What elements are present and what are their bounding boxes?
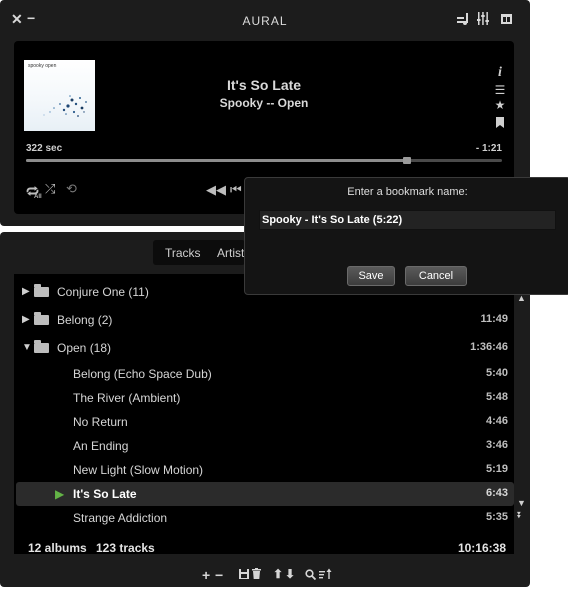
now-playing-icon: ▶ [55,487,65,501]
track-name: An Ending [73,439,129,453]
previous-track-icon[interactable]: ⏮ [230,182,242,198]
playlist-tree: ▶ Conjure One (11) ▶ Belong (2) 11:49 ▼ … [14,274,514,554]
group-name: Open (18) [57,341,112,355]
equalizer-sliders-icon[interactable] [477,12,489,25]
queue-icon[interactable]: ☰ [493,83,507,97]
scroll-down-icon[interactable]: ▼ [517,498,526,508]
seek-progress [26,159,407,162]
cancel-button[interactable]: Cancel [405,266,467,286]
search-icon[interactable] [305,569,316,580]
playlist-icon[interactable] [457,13,470,25]
track-duration: 5:48 [485,391,508,403]
track-row[interactable]: An Ending 3:46 [14,434,514,458]
elapsed-time[interactable]: 322 sec [26,143,62,154]
layout-icon[interactable] [501,14,512,24]
bookmark-dialog: Enter a bookmark name: Save Cancel [244,177,568,295]
tab-tracks[interactable]: Tracks [165,246,201,260]
clear-trash-icon[interactable] [252,568,261,579]
bookmark-name-input[interactable] [259,210,556,230]
expand-triangle-icon[interactable]: ▶ [22,286,30,297]
move-down-icon[interactable]: ⬇ [285,567,295,581]
app-title: AURAL [242,14,288,28]
track-count: 123 tracks [96,541,155,555]
seek-backward-icon[interactable]: ◀◀ [206,182,226,198]
remove-icon[interactable]: − [215,567,223,583]
sort-icon[interactable] [319,568,333,580]
folder-icon [34,312,49,325]
seek-knob[interactable] [402,157,411,164]
group-row[interactable]: ▼ Open (18) 1:36:46 [14,336,514,360]
track-row[interactable]: No Return 4:46 [14,410,514,434]
bookmark-prompt: Enter a bookmark name: [347,186,468,198]
bookmark-icon[interactable] [496,117,504,128]
track-name: The River (Ambient) [73,391,181,405]
move-up-icon[interactable]: ⬆ [273,567,283,581]
track-duration: 6:43 [485,487,508,499]
track-name: Belong (Echo Space Dub) [73,367,212,381]
track-name: New Light (Slow Motion) [73,463,204,477]
tab-artists[interactable]: Artist [217,246,244,260]
save-button[interactable]: Save [347,266,395,286]
track-duration: 5:35 [485,511,508,523]
track-title: It's So Late [226,77,302,93]
track-duration: 3:46 [485,439,508,451]
group-name: Conjure One (11) [57,285,149,299]
collapse-triangle-icon[interactable]: ▼ [22,342,32,353]
album-count: 12 albums [28,541,87,555]
track-duration: 4:46 [485,415,508,427]
expand-triangle-icon[interactable]: ▶ [22,314,30,325]
track-row[interactable]: The River (Ambient) 5:48 [14,386,514,410]
track-row[interactable]: New Light (Slow Motion) 5:19 [14,458,514,482]
repeat-mode-label: All [34,194,42,200]
folder-icon [34,284,49,297]
save-icon[interactable] [239,569,249,579]
info-icon[interactable]: i [493,65,507,81]
track-name: No Return [73,415,128,429]
favorite-star-icon[interactable]: ★ [493,98,507,112]
track-duration: 5:19 [485,463,508,475]
remaining-time[interactable]: - 1:21 [468,143,502,154]
track-name: Strange Addiction [73,511,168,525]
group-row[interactable]: ▶ Belong (2) 11:49 [14,308,514,332]
group-duration: 11:49 [480,313,508,325]
folder-icon [34,340,49,353]
seek-bar[interactable] [26,157,502,164]
loop-icon[interactable]: ⟲ [66,181,77,197]
shuffle-icon[interactable]: ⤮ [45,181,55,197]
album-art: spooky open [24,60,95,131]
track-name: It's So Late [73,487,137,501]
track-row[interactable]: Belong (Echo Space Dub) 5:40 [14,362,514,386]
group-name: Belong (2) [57,313,113,327]
track-artist-album: Spooky -- Open [219,96,309,110]
track-row[interactable]: Strange Addiction 5:35 [14,506,514,530]
group-duration: 1:36:46 [470,341,508,353]
scroll-to-bottom-icon[interactable]: ⏬︎ [517,510,522,521]
add-icon[interactable]: + [202,567,210,583]
playlist-tab-bar: Tracks Artist [153,240,245,265]
track-duration: 5:40 [485,367,508,379]
total-duration: 10:16:38 [457,541,506,555]
track-row-playing[interactable]: ▶ It's So Late 6:43 [16,482,514,506]
